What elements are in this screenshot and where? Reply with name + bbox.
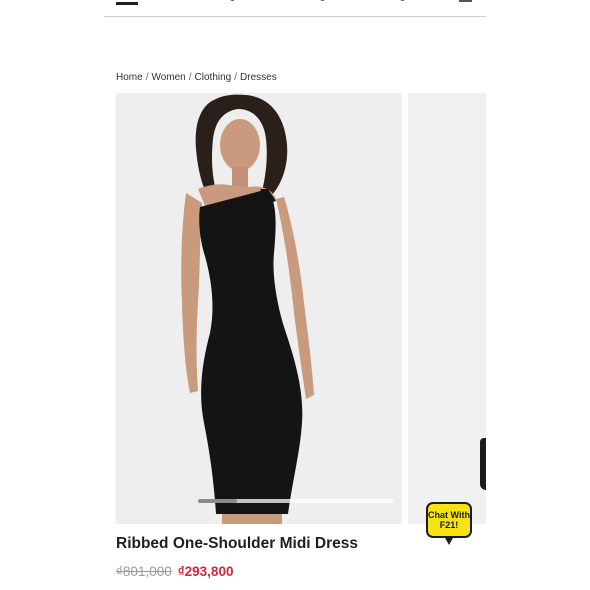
price-row: ₫801,000 ₫293,800 — [116, 564, 233, 579]
product-image-main[interactable] — [116, 93, 402, 524]
dress-hem-partial — [480, 438, 486, 490]
breadcrumb-home[interactable]: Home — [116, 72, 143, 83]
original-price: ₫801,000 — [116, 564, 172, 579]
top-navigation-bar — [104, 0, 486, 17]
chat-label-line1: Chat With — [428, 510, 470, 520]
product-title: Ribbed One-Shoulder Midi Dress — [116, 535, 358, 552]
product-image-gallery[interactable] — [116, 93, 486, 524]
breadcrumb-separator: / — [234, 72, 238, 83]
breadcrumb-dresses[interactable]: Dresses — [240, 72, 277, 83]
model-in-dress-image — [181, 94, 314, 524]
shopping-bag-icon[interactable] — [459, 0, 472, 2]
account-icon[interactable] — [320, 0, 325, 1]
hamburger-menu-icon[interactable] — [116, 0, 138, 5]
breadcrumb-women[interactable]: Women — [151, 72, 185, 83]
gallery-scroll-thumb[interactable] — [198, 499, 238, 503]
chat-label-line2: F21! — [439, 520, 459, 530]
sale-price: ₫293,800 — [177, 564, 234, 579]
product-image-next[interactable] — [408, 93, 486, 524]
breadcrumb: Home / Women / Clothing / Dresses — [116, 72, 277, 83]
breadcrumb-clothing[interactable]: Clothing — [195, 72, 232, 83]
breadcrumb-separator: / — [188, 72, 192, 83]
search-icon[interactable] — [230, 0, 235, 1]
gallery-scrollbar[interactable] — [198, 499, 394, 503]
chat-button[interactable]: Chat With F21! — [426, 502, 472, 545]
wishlist-icon[interactable] — [400, 0, 405, 1]
